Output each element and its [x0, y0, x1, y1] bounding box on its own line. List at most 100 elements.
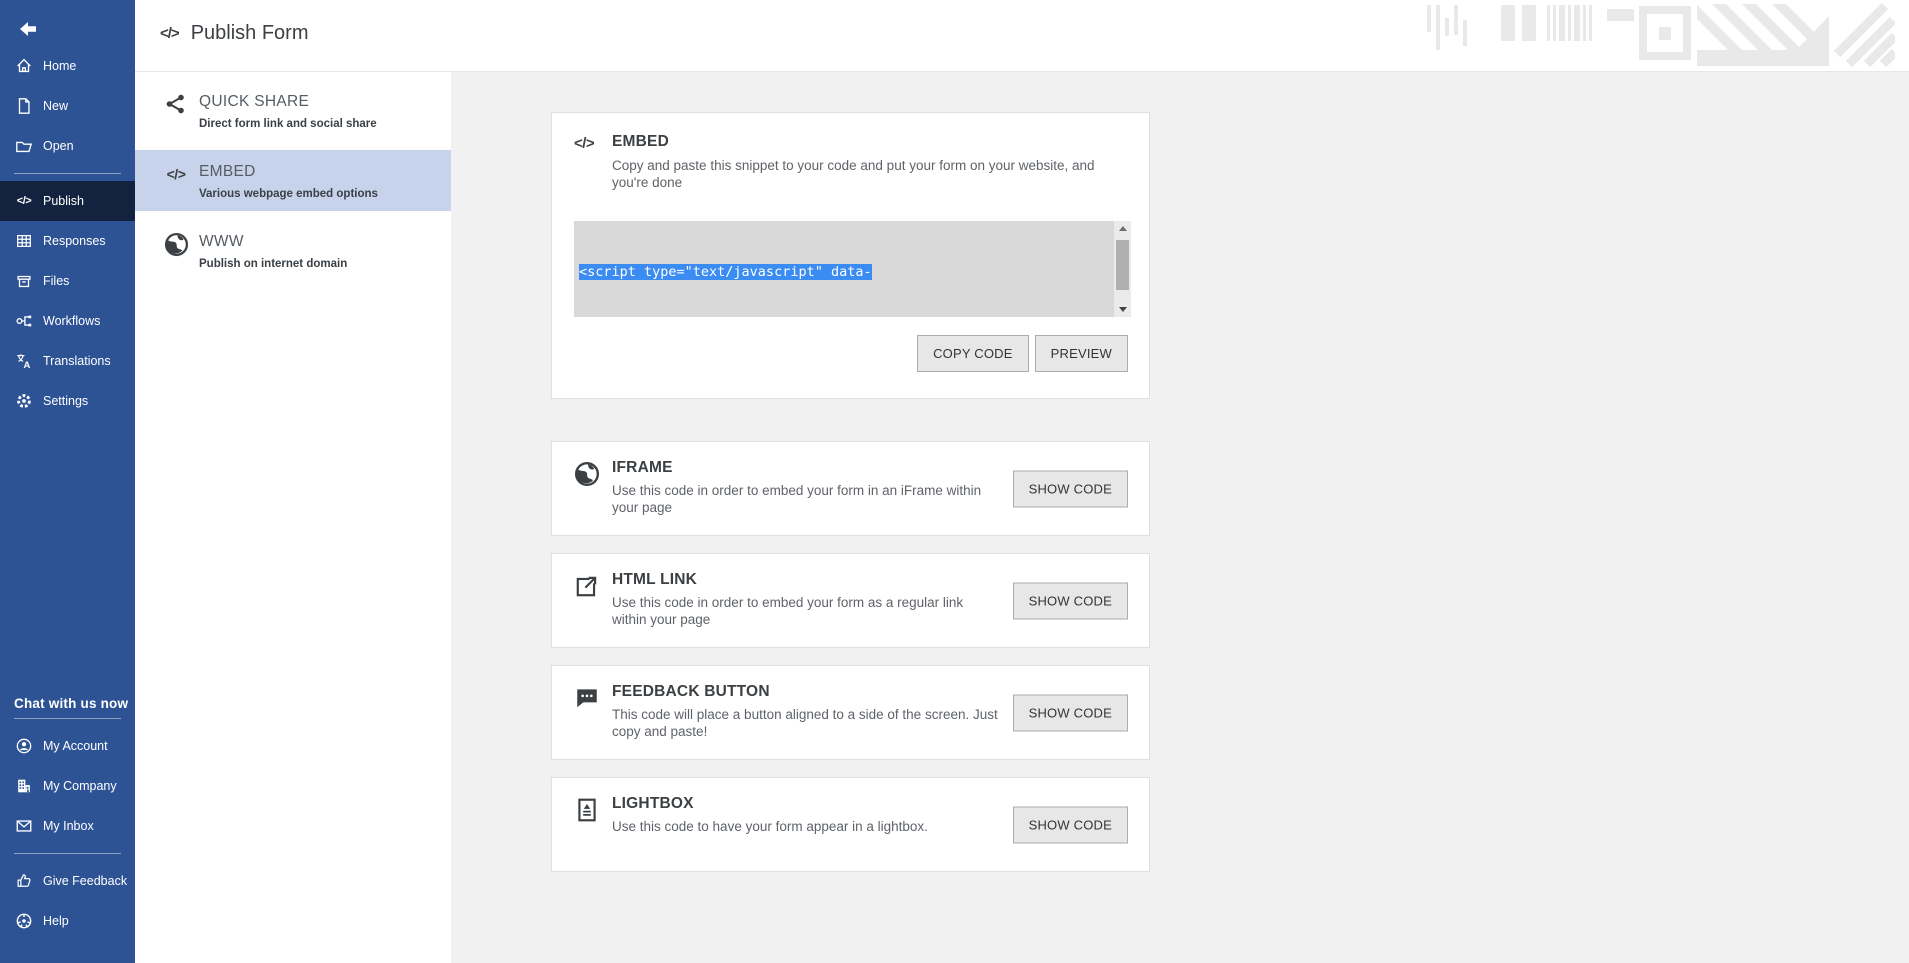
- sidebar-item-workflows[interactable]: Workflows: [0, 301, 135, 341]
- scrollbar-thumb[interactable]: [1116, 240, 1129, 290]
- feedback-show-code-button[interactable]: SHOW CODE: [1013, 694, 1128, 731]
- card-description: This code will place a button aligned to…: [612, 706, 999, 740]
- sidebar-item-label: Open: [43, 139, 74, 153]
- new-file-icon: [14, 96, 34, 116]
- main-content: </> EMBED Copy and paste this snippet to…: [451, 72, 1909, 963]
- sidebar-item-new[interactable]: New: [0, 86, 135, 126]
- feedback-button-card: FEEDBACK BUTTON This code will place a b…: [551, 665, 1150, 760]
- sidebar-item-give-feedback[interactable]: Give Feedback: [0, 861, 135, 901]
- help-icon: [14, 911, 34, 931]
- inbox-icon: [14, 816, 34, 836]
- lightbox-show-code-button[interactable]: SHOW CODE: [1013, 806, 1128, 843]
- publish-nav-title: EMBED: [199, 161, 378, 181]
- code-scrollbar[interactable]: [1114, 221, 1131, 317]
- sidebar-item-label: Publish: [43, 194, 84, 208]
- iframe-show-code-button[interactable]: SHOW CODE: [1013, 470, 1128, 507]
- decorative-pattern: [1425, 2, 1895, 70]
- publish-nav-title: QUICK SHARE: [199, 91, 377, 111]
- publish-nav: QUICK SHARE Direct form link and social …: [135, 72, 451, 963]
- chat-with-us-label[interactable]: Chat with us now: [0, 696, 135, 711]
- publish-nav-title: WWW: [199, 231, 347, 251]
- sidebar-item-label: Home: [43, 59, 76, 73]
- sidebar-item-my-company[interactable]: My Company: [0, 766, 135, 806]
- card-title: FEEDBACK BUTTON: [612, 683, 999, 701]
- share-icon: [163, 91, 189, 117]
- sidebar-item-label: Workflows: [43, 314, 100, 328]
- sidebar-item-label: New: [43, 99, 68, 113]
- sidebar-item-home[interactable]: Home: [0, 46, 135, 86]
- sidebar-item-open[interactable]: Open: [0, 126, 135, 166]
- card-title: IFRAME: [612, 459, 999, 477]
- sidebar-item-publish[interactable]: </> Publish: [0, 181, 135, 221]
- publish-nav-item-quick-share[interactable]: QUICK SHARE Direct form link and social …: [135, 80, 451, 141]
- code-icon: </>: [163, 161, 189, 187]
- sidebar-item-label: Responses: [43, 234, 106, 248]
- arrow-left-icon: [16, 20, 40, 40]
- account-icon: [14, 736, 34, 756]
- page-title: </> Publish Form: [160, 22, 309, 45]
- sidebar-item-my-account[interactable]: My Account: [0, 726, 135, 766]
- card-description: Use this code in order to embed your for…: [612, 482, 999, 516]
- files-icon: [14, 271, 34, 291]
- iframe-card: IFRAME Use this code in order to embed y…: [551, 441, 1150, 536]
- sidebar-item-label: Help: [43, 914, 69, 928]
- sidebar-item-label: Settings: [43, 394, 88, 408]
- main-sidebar: Home New Open </> Publish Responses File…: [0, 0, 135, 963]
- embed-panel-description: Copy and paste this snippet to your code…: [612, 157, 1117, 191]
- code-icon: </>: [574, 133, 612, 191]
- preview-button[interactable]: PREVIEW: [1035, 335, 1128, 372]
- feedback-bubble-icon: [574, 683, 612, 740]
- svg-text:A: A: [24, 360, 31, 370]
- globe-icon: [574, 459, 612, 516]
- sidebar-item-translations[interactable]: A Translations: [0, 341, 135, 381]
- publish-nav-subtitle: Various webpage embed options: [199, 188, 378, 200]
- sidebar-item-my-inbox[interactable]: My Inbox: [0, 806, 135, 846]
- scroll-up-arrow-icon[interactable]: [1114, 221, 1131, 236]
- code-line: <script type="text/javascript" data-: [579, 263, 1109, 282]
- workflows-icon: [14, 311, 34, 331]
- lightbox-icon: [574, 795, 612, 835]
- code-icon: </>: [14, 191, 34, 211]
- open-folder-icon: [14, 136, 34, 156]
- copy-code-button[interactable]: COPY CODE: [917, 335, 1029, 372]
- translations-icon: A: [14, 351, 34, 371]
- sidebar-item-responses[interactable]: Responses: [0, 221, 135, 261]
- publish-nav-subtitle: Publish on internet domain: [199, 258, 347, 270]
- publish-nav-subtitle: Direct form link and social share: [199, 118, 377, 130]
- company-icon: [14, 776, 34, 796]
- lightbox-card: LIGHTBOX Use this code to have your form…: [551, 777, 1150, 872]
- card-title: HTML LINK: [612, 571, 999, 589]
- card-description: Use this code to have your form appear i…: [612, 818, 928, 835]
- sidebar-divider: [14, 718, 121, 719]
- home-icon: [14, 56, 34, 76]
- sidebar-item-label: Give Feedback: [43, 874, 127, 888]
- page-header: </> Publish Form: [135, 0, 1909, 72]
- publish-form-page: Home New Open </> Publish Responses File…: [0, 0, 1909, 963]
- responses-icon: [14, 231, 34, 251]
- globe-icon: [163, 231, 189, 257]
- card-title: LIGHTBOX: [612, 795, 928, 813]
- sidebar-item-label: My Company: [43, 779, 117, 793]
- sidebar-item-settings[interactable]: Settings: [0, 381, 135, 421]
- embed-panel: </> EMBED Copy and paste this snippet to…: [551, 112, 1150, 399]
- html-link-show-code-button[interactable]: SHOW CODE: [1013, 582, 1128, 619]
- publish-nav-item-embed[interactable]: </> EMBED Various webpage embed options: [135, 150, 451, 211]
- sidebar-item-label: My Inbox: [43, 819, 94, 833]
- scroll-down-arrow-icon[interactable]: [1114, 302, 1131, 317]
- sidebar-item-label: Files: [43, 274, 69, 288]
- code-icon: </>: [160, 25, 179, 42]
- sidebar-spacer: [0, 421, 135, 696]
- sidebar-item-label: My Account: [43, 739, 108, 753]
- sidebar-item-files[interactable]: Files: [0, 261, 135, 301]
- embed-code-textarea[interactable]: <script type="text/javascript" data- ori…: [574, 221, 1131, 317]
- back-button[interactable]: [16, 20, 42, 42]
- settings-icon: [14, 391, 34, 411]
- sidebar-item-help[interactable]: Help: [0, 901, 135, 941]
- embed-panel-title: EMBED: [612, 133, 1117, 151]
- publish-nav-item-www[interactable]: WWW Publish on internet domain: [135, 220, 451, 281]
- sidebar-divider: [14, 173, 121, 174]
- card-description: Use this code in order to embed your for…: [612, 594, 999, 628]
- sidebar-divider: [14, 853, 121, 854]
- thumb-up-icon: [14, 871, 34, 891]
- html-link-card: HTML LINK Use this code in order to embe…: [551, 553, 1150, 648]
